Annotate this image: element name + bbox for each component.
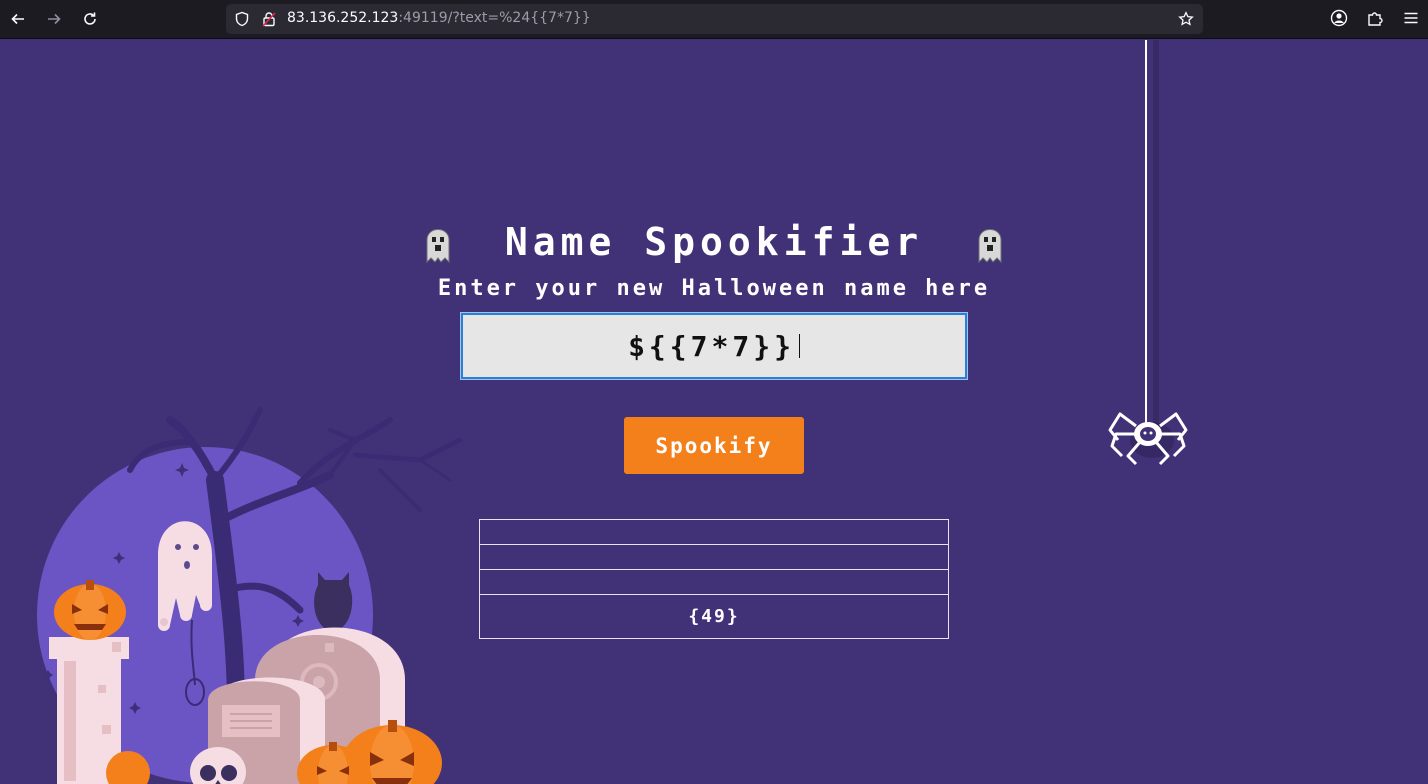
result-cell [479,519,949,545]
name-input-value: ${{7*7}} [628,329,795,363]
url-path: :49119/?text=%24{{7*7}} [398,10,591,26]
spookify-button[interactable]: Spookify [624,417,804,474]
ghost-icon [978,229,1002,264]
account-icon[interactable] [1330,9,1348,27]
results-table: {49} [479,519,949,639]
spider-icon [1108,412,1188,466]
page-subtitle: Enter your new Halloween name here [437,276,991,301]
back-arrow-icon [11,13,24,25]
extensions-icon[interactable] [1366,9,1384,27]
table-row [479,569,949,595]
result-cell [479,544,949,570]
address-bar[interactable]: 83.136.252.123:49119/?text=%24{{7*7}} [226,4,1203,34]
title-row: Name Spookifier [0,220,1428,264]
result-cell: {49} [479,594,949,639]
forward-arrow-icon [48,13,61,25]
star-icon[interactable] [1178,11,1194,27]
result-cell [479,569,949,595]
forward-button[interactable] [41,6,67,32]
table-row [479,544,949,570]
table-row: {49} [479,594,949,639]
text-caret [798,334,800,358]
page-content: Name Spookifier Enter your new Halloween… [0,40,1428,784]
page-title: Name Spookifier [504,220,924,264]
graveyard-illustration [37,407,463,784]
shield-icon[interactable] [234,11,250,27]
reload-icon [84,12,96,25]
name-input[interactable]: ${{7*7}} [460,312,968,380]
back-button[interactable] [5,6,31,32]
browser-toolbar: 83.136.252.123:49119/?text=%24{{7*7}} [0,0,1428,39]
reload-button[interactable] [77,6,103,32]
menu-icon[interactable] [1402,9,1420,27]
url-text[interactable]: 83.136.252.123:49119/?text=%24{{7*7}} [287,10,591,26]
url-host: 83.136.252.123 [287,10,399,26]
table-row [479,519,949,545]
insecure-lock-icon[interactable] [261,11,277,27]
